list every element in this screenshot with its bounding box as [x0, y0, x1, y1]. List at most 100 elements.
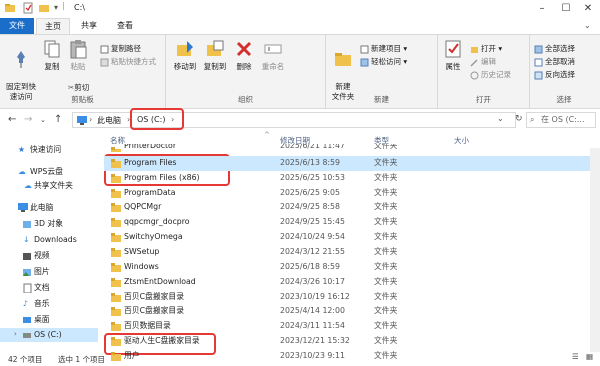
file-name: Windows — [124, 261, 159, 271]
easy-access-button[interactable]: 轻松访问 ▾ — [360, 56, 407, 68]
file-row[interactable]: qqpcmgr_docpro 2024/9/25 15:45 文件夹 — [104, 215, 590, 230]
file-name: qqpcmgr_docpro — [124, 217, 190, 227]
file-type: 文件夹 — [374, 144, 398, 150]
move-to-button[interactable]: 移动到 — [170, 39, 200, 72]
properties-button[interactable]: 属性 — [440, 39, 466, 72]
file-name: Program Files — [124, 157, 177, 167]
copy-icon — [44, 40, 60, 58]
paste-button[interactable]: 粘贴 — [66, 39, 90, 72]
maximize-icon[interactable]: ☐ — [554, 0, 578, 18]
ribbon-expand-icon[interactable]: ⌄ — [584, 21, 591, 30]
file-row[interactable]: ZtsmEntDownload 2024/3/26 10:17 文件夹 — [104, 275, 590, 290]
properties-quick-icon[interactable] — [22, 2, 34, 14]
nav-quick-access[interactable]: ★ 快速访问 — [0, 143, 98, 157]
file-date: 2023/12/21 15:32 — [280, 336, 350, 346]
nav-desktop[interactable]: 桌面 — [0, 313, 98, 327]
file-name: 百贝数据目录 — [124, 321, 171, 331]
paste-shortcut-button[interactable]: 粘贴快捷方式 — [100, 56, 156, 68]
nav-this-pc[interactable]: 此电脑 — [0, 201, 98, 215]
file-row[interactable]: Program Files 2025/6/13 8:59 文件夹 — [104, 155, 590, 171]
copy-to-button[interactable]: 复制到 — [200, 39, 230, 72]
quick-access-dropdown-icon[interactable]: ▾ — [54, 3, 58, 12]
nav-wps-cloud[interactable]: ☁ WPS云盘 — [0, 165, 98, 179]
large-icons-view-icon[interactable]: ▦ — [586, 352, 593, 361]
file-row[interactable]: ProgramData 2025/6/25 9:05 文件夹 — [104, 186, 590, 201]
file-row[interactable]: SwitchyOmega 2024/10/24 9:54 文件夹 — [104, 230, 590, 245]
minimize-icon[interactable]: – — [530, 0, 554, 18]
close-icon[interactable]: ✕ — [576, 0, 600, 18]
search-input[interactable]: ⌕ 在 OS (C:... — [526, 112, 596, 128]
cut-button[interactable]: ✂剪切 — [68, 82, 89, 94]
file-name: QQPCMgr — [124, 202, 162, 212]
file-row[interactable]: Windows 2025/6/18 8:59 文件夹 — [104, 260, 590, 275]
file-date: 2025/6/18 8:59 — [280, 261, 340, 271]
new-item-button[interactable]: 新建项目 ▾ — [360, 43, 407, 55]
desktop-icon — [23, 317, 31, 323]
select-none-icon — [534, 58, 543, 66]
tab-home[interactable]: 主页 — [36, 18, 70, 34]
nav-documents[interactable]: 文档 — [0, 281, 98, 295]
open-button[interactable]: 打开 ▾ — [470, 43, 502, 55]
file-row[interactable]: 驱动人生C盘搬家目录 2023/12/21 15:32 文件夹 — [104, 334, 590, 349]
recent-dropdown-icon[interactable]: ⌄ — [40, 116, 46, 124]
clipboard-group-label: 剪贴板 — [71, 95, 94, 104]
copy-path-button[interactable]: 复制路径 — [100, 43, 141, 55]
select-all-button[interactable]: 全部选择 — [534, 43, 575, 55]
delete-button[interactable]: 删除 — [232, 39, 256, 72]
star-icon: ★ — [18, 145, 25, 154]
refresh-icon[interactable]: ↻ — [515, 114, 523, 124]
new-folder-quick-icon[interactable] — [38, 2, 50, 14]
select-none-button[interactable]: 全部取消 — [534, 56, 575, 68]
file-type: 文件夹 — [374, 202, 398, 212]
breadcrumb-separator-icon: › — [89, 115, 93, 124]
folder-icon — [111, 337, 121, 347]
this-pc-icon — [77, 116, 87, 125]
cloud-icon: ☁ — [18, 167, 26, 176]
rename-icon — [264, 44, 282, 54]
scrollbar[interactable] — [590, 148, 600, 352]
invert-selection-button[interactable]: 反向选择 — [534, 69, 575, 81]
up-icon[interactable]: ↑ — [54, 114, 62, 125]
tab-view[interactable]: 查看 — [108, 18, 142, 34]
nav-pictures[interactable]: 图片 — [0, 265, 98, 279]
shared-folder-icon: ☁ — [24, 181, 32, 190]
edit-button[interactable]: 编辑 — [470, 56, 496, 68]
file-type: 文件夹 — [374, 306, 398, 316]
file-date: 2024/9/25 15:45 — [280, 217, 345, 227]
file-date: 2025/6/13 8:59 — [280, 157, 340, 167]
nav-downloads[interactable]: ↓ Downloads — [0, 233, 98, 247]
nav-3d-objects[interactable]: 3D 对象 — [0, 217, 98, 231]
properties-icon — [445, 40, 461, 58]
this-pc-icon — [18, 203, 28, 212]
organize-group: 移动到 复制到 删除 重命名 组织 — [166, 35, 326, 108]
rename-button[interactable]: 重命名 — [258, 39, 288, 72]
music-note-icon: ♪ — [23, 299, 28, 308]
address-dropdown-icon[interactable]: ⌄ — [497, 114, 504, 123]
cube-icon — [23, 221, 31, 228]
file-row[interactable]: PrinterDoctor 2025/6/21 11:47 文件夹 — [104, 144, 590, 152]
details-view-icon[interactable]: ☰ — [572, 352, 579, 361]
file-row[interactable]: 百贝数据目录 2024/3/11 11:54 文件夹 — [104, 319, 590, 334]
nav-videos[interactable]: 视频 — [0, 249, 98, 263]
file-row[interactable]: Program Files (x86) 2025/6/25 10:53 文件夹 — [104, 171, 590, 186]
breadcrumb-this-pc[interactable]: 此电脑 — [97, 115, 121, 126]
window-title: C:\ — [74, 3, 85, 12]
tab-file[interactable]: 文件 — [0, 18, 34, 34]
new-folder-button[interactable]: 新建 文件夹 — [328, 39, 358, 102]
file-date: 2025/6/25 9:05 — [280, 187, 340, 197]
history-button[interactable]: 历史记录 — [470, 69, 511, 81]
chevron-right-icon[interactable]: › — [14, 330, 17, 338]
nav-music[interactable]: ♪ 音乐 — [0, 297, 98, 311]
file-row[interactable]: 百贝C盘搬家目录 2023/10/19 16:12 文件夹 — [104, 290, 590, 305]
copy-button[interactable]: 复制 — [40, 39, 64, 72]
pin-quick-access-button[interactable]: 固定到快 速访问 — [2, 39, 40, 102]
item-count: 42 个项目 — [8, 355, 43, 364]
forward-icon[interactable]: → — [24, 114, 32, 125]
file-row[interactable]: SWSetup 2024/3/12 21:55 文件夹 — [104, 245, 590, 260]
tab-share[interactable]: 共享 — [72, 18, 106, 34]
file-type: 文件夹 — [374, 172, 398, 182]
file-row[interactable]: 百贝C盘搬家目录 2025/4/14 12:00 文件夹 — [104, 304, 590, 319]
nav-shared-folder[interactable]: ☁ 共享文件夹 — [0, 179, 98, 193]
file-row[interactable]: QQPCMgr 2024/9/25 8:58 文件夹 — [104, 200, 590, 215]
back-icon[interactable]: ← — [8, 114, 16, 125]
